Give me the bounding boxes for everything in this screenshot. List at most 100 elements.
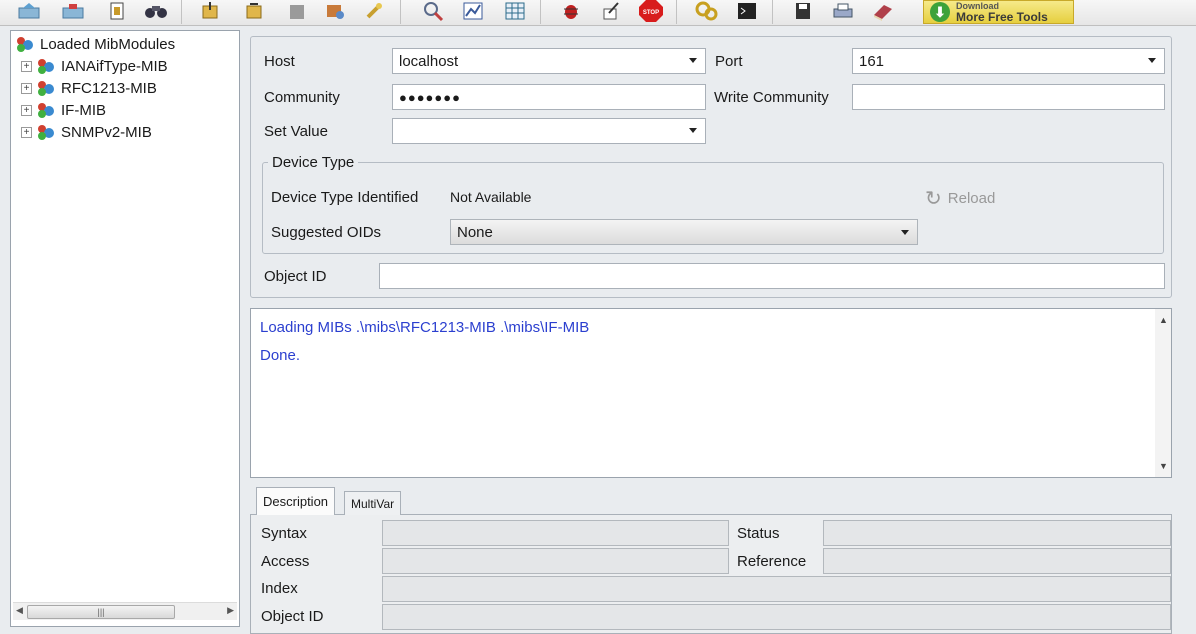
object-id-field[interactable] [379, 263, 1165, 289]
unload-mib-icon[interactable] [58, 0, 88, 22]
tree-item-snmpv2-mib[interactable]: + SNMPv2-MIB [21, 122, 152, 142]
status-field [823, 520, 1171, 546]
scroll-right-icon[interactable]: ▶ [227, 605, 234, 616]
scroll-up-icon[interactable]: ▲ [1159, 315, 1168, 325]
getbulk-icon[interactable] [282, 0, 312, 22]
port-label: Port [715, 53, 743, 70]
tab-description[interactable]: Description [256, 487, 336, 515]
suggested-oids-label: Suggested OIDs [271, 224, 382, 241]
book-icon[interactable] [868, 0, 898, 22]
community-value: ●●●●●●● [399, 89, 461, 105]
mib-module-icon [36, 79, 56, 97]
scrollbar-thumb[interactable]: ||| [27, 605, 175, 619]
reference-field [823, 548, 1171, 574]
write-community-field[interactable] [852, 84, 1165, 110]
object-id-label: Object ID [264, 268, 327, 285]
tools-icon[interactable] [692, 0, 722, 22]
download-more-tools-button[interactable]: ⬇ Download More Free Tools [923, 0, 1074, 24]
tree-item-label: IANAifType-MIB [61, 57, 168, 75]
set-value-label: Set Value [264, 123, 328, 140]
getnext-icon[interactable] [240, 0, 270, 22]
tree-horizontal-scrollbar[interactable]: ◀ ||| ▶ [13, 602, 237, 620]
tree-item-rfc1213-mib[interactable]: + RFC1213-MIB [21, 78, 157, 98]
scroll-down-icon[interactable]: ▼ [1159, 461, 1168, 471]
svg-text:STOP: STOP [643, 10, 659, 16]
access-label: Access [261, 553, 310, 570]
port-value: 161 [859, 52, 885, 70]
status-label: Status [737, 525, 780, 542]
tree-item-if-mib[interactable]: + IF-MIB [21, 100, 106, 120]
device-type-identified-label: Device Type Identified [271, 189, 419, 206]
expand-icon[interactable]: + [21, 60, 32, 72]
get-icon[interactable] [196, 0, 226, 22]
index-label: Index [261, 580, 298, 597]
tree-root[interactable]: Loaded MibModules [15, 34, 175, 54]
bottom-object-id-label: Object ID [261, 608, 324, 625]
print-icon[interactable] [828, 0, 858, 22]
expand-icon[interactable]: + [21, 126, 32, 138]
host-value: localhost [399, 52, 459, 70]
search-icon[interactable] [418, 0, 448, 22]
mib-tree-panel: Loaded MibModules + IANAifType-MIB + RFC… [10, 30, 240, 627]
debug-icon[interactable] [556, 0, 586, 22]
chevron-down-icon[interactable] [1148, 58, 1156, 63]
write-community-label: Write Community [714, 89, 829, 106]
download-arrow-icon: ⬇ [930, 2, 950, 22]
toolbar: STOP ⬇ Download More Free Tools [0, 0, 1196, 26]
download-label: More Free Tools [956, 10, 1048, 24]
expand-icon[interactable]: + [21, 82, 32, 94]
tree-item-label: SNMPv2-MIB [61, 123, 152, 141]
table-icon[interactable] [500, 0, 530, 22]
access-field [382, 548, 729, 574]
community-label: Community [264, 89, 340, 106]
mib-module-icon [36, 101, 56, 119]
host-combo[interactable]: localhost [392, 48, 706, 74]
syntax-label: Syntax [261, 525, 307, 542]
suggested-oids-value: None [457, 223, 493, 241]
set-icon[interactable] [320, 0, 350, 22]
community-field[interactable]: ●●●●●●● [392, 84, 706, 110]
host-label: Host [264, 53, 295, 70]
scroll-left-icon[interactable]: ◀ [16, 605, 23, 616]
tab-description-label: Description [263, 494, 329, 509]
port-combo[interactable]: 161 [852, 48, 1165, 74]
save-icon[interactable] [788, 0, 818, 22]
refresh-icon: ↻ [925, 188, 942, 210]
terminal-icon[interactable] [732, 0, 762, 22]
device-type-title: Device Type [268, 154, 359, 171]
expand-icon[interactable]: + [21, 104, 32, 116]
description-tab-panel: Syntax Status Access Reference Index Obj… [250, 514, 1172, 634]
tab-multivar[interactable]: MultiVar [344, 491, 402, 515]
output-log[interactable]: Loading MIBs .\mibs\RFC1213-MIB .\mibs\I… [250, 308, 1172, 478]
chevron-down-icon[interactable] [689, 128, 697, 133]
reload-label: Reload [947, 190, 996, 207]
set-value-combo[interactable] [392, 118, 706, 144]
chevron-down-icon[interactable] [689, 58, 697, 63]
mib-module-icon [36, 123, 56, 141]
device-type-identified-value: Not Available [450, 189, 532, 205]
mib-info-icon[interactable] [102, 0, 132, 22]
find-icon[interactable] [141, 0, 171, 22]
bottom-object-id-field [382, 604, 1171, 630]
syntax-field [382, 520, 729, 546]
load-mib-icon[interactable] [14, 0, 44, 22]
stop-icon[interactable]: STOP [636, 0, 666, 22]
index-field [382, 576, 1171, 602]
log-line: Loading MIBs .\mibs\RFC1213-MIB .\mibs\I… [260, 319, 590, 336]
graph-icon[interactable] [458, 0, 488, 22]
edit-icon[interactable] [596, 0, 626, 22]
tree-item-label: IF-MIB [61, 101, 106, 119]
suggested-oids-combo[interactable]: None [450, 219, 918, 245]
mib-folder-icon [15, 35, 35, 53]
mib-module-icon [36, 57, 56, 75]
log-line: Done. [260, 347, 301, 364]
tree-item-ianaiftype-mib[interactable]: + IANAifType-MIB [21, 56, 168, 76]
reload-button[interactable]: ↻ Reload [925, 186, 995, 211]
trap-icon[interactable] [360, 0, 390, 22]
tree-root-label: Loaded MibModules [40, 35, 176, 53]
details-tabs: Syntax Status Access Reference Index Obj… [250, 487, 1172, 634]
tree-item-label: RFC1213-MIB [61, 79, 157, 97]
chevron-down-icon[interactable] [901, 230, 909, 235]
tab-multivar-label: MultiVar [351, 496, 395, 511]
log-vertical-scrollbar[interactable]: ▲ ▼ [1155, 309, 1171, 477]
